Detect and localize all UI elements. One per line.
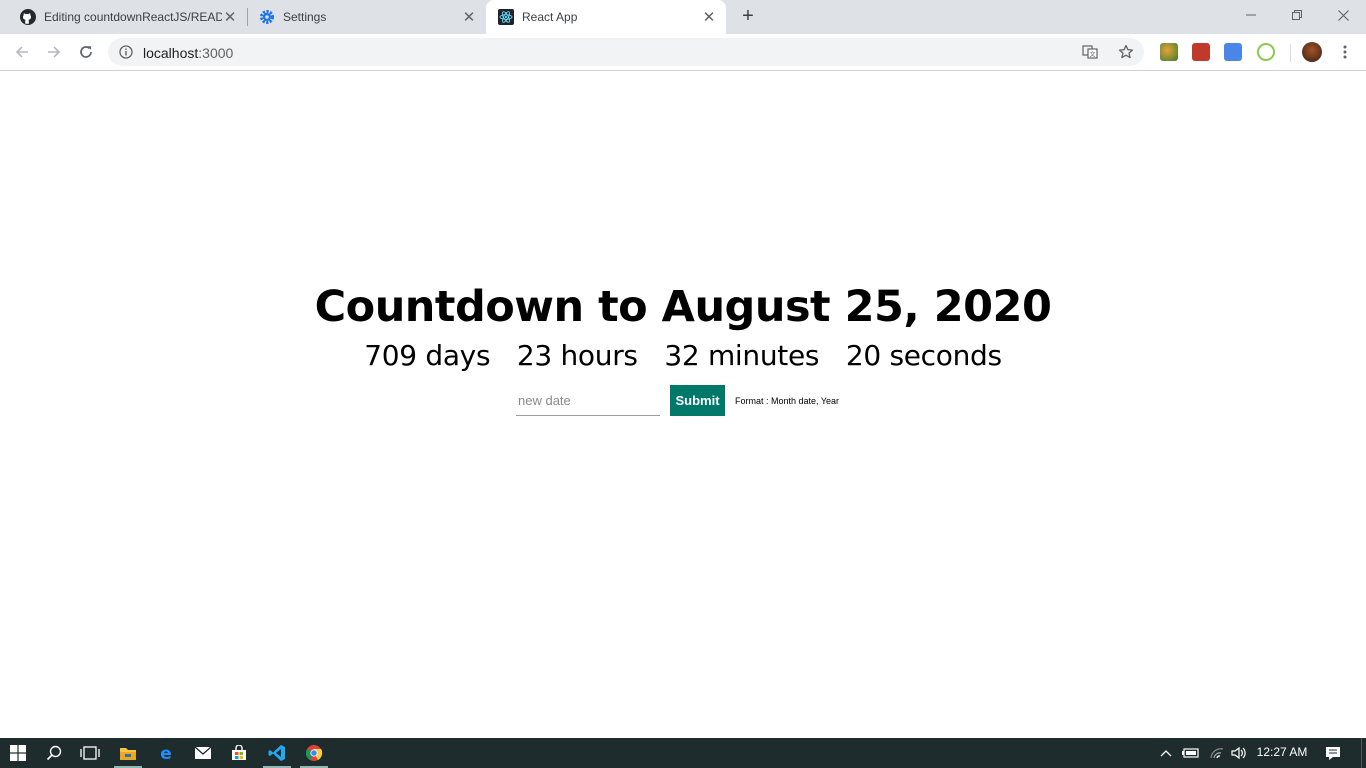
mail-icon[interactable] xyxy=(185,738,221,768)
tab-title: React App xyxy=(522,10,578,24)
volume-icon[interactable] xyxy=(1228,738,1250,768)
action-center-icon[interactable] xyxy=(1320,738,1346,768)
url-port: :3000 xyxy=(198,45,234,61)
task-view-icon[interactable] xyxy=(72,738,108,768)
tab-react-app[interactable]: React App ✕ xyxy=(486,0,726,34)
new-tab-button[interactable]: + xyxy=(738,6,758,27)
chrome-icon[interactable] xyxy=(296,738,332,768)
vscode-icon[interactable] xyxy=(259,738,295,768)
format-hint: Format : Month date, Year xyxy=(735,396,840,406)
tab-github-editing[interactable]: Editing countdownReactJS/READ ✕ xyxy=(8,0,247,34)
react-icon xyxy=(498,9,514,25)
close-tab-icon[interactable]: ✕ xyxy=(221,8,239,26)
browser-tab-strip: Editing countdownReactJS/READ ✕ Settings… xyxy=(0,0,1366,34)
close-tab-icon[interactable]: ✕ xyxy=(700,8,718,26)
show-hidden-icons-icon[interactable] xyxy=(1156,738,1176,768)
windows-taskbar: e 12:27 AM xyxy=(0,738,1366,768)
wifi-icon[interactable] xyxy=(1206,738,1228,768)
countdown-days: 709 days xyxy=(364,339,491,372)
countdown-display: 709 days 23 hours 32 minutes 20 seconds xyxy=(0,339,1366,372)
profile-avatar[interactable] xyxy=(1302,42,1322,62)
page-content: Countdown to August 25, 2020 709 days 23… xyxy=(0,71,1366,738)
show-desktop-button[interactable] xyxy=(1361,738,1366,768)
close-window-icon[interactable] xyxy=(1320,0,1366,30)
extension-puzzle-icon[interactable] xyxy=(1192,43,1210,61)
file-explorer-icon[interactable] xyxy=(110,738,146,768)
github-icon xyxy=(20,9,36,25)
minimize-window-icon[interactable] xyxy=(1228,0,1274,30)
taskbar-clock[interactable]: 12:27 AM xyxy=(1250,745,1314,759)
tab-settings[interactable]: Settings ✕ xyxy=(247,0,486,34)
address-bar[interactable]: localhost:3000 文 xyxy=(108,38,1144,66)
svg-text:文: 文 xyxy=(1089,51,1095,59)
search-icon[interactable] xyxy=(36,738,72,768)
store-icon[interactable] xyxy=(221,738,257,768)
url-host: localhost xyxy=(143,45,199,61)
browser-toolbar: localhost:3000 文 xyxy=(0,34,1366,71)
bookmark-star-icon[interactable] xyxy=(1118,44,1134,60)
edge-icon[interactable]: e xyxy=(148,738,184,768)
tab-title: Settings xyxy=(283,10,327,24)
windows-start-icon[interactable] xyxy=(0,738,36,768)
battery-icon[interactable] xyxy=(1180,738,1202,768)
translate-icon[interactable]: 文 xyxy=(1082,44,1098,60)
close-tab-icon[interactable]: ✕ xyxy=(460,8,478,26)
extension-globe-icon[interactable] xyxy=(1160,43,1178,61)
countdown-seconds: 20 seconds xyxy=(845,339,1002,372)
countdown-heading: Countdown to August 25, 2020 xyxy=(314,282,1052,332)
countdown-hours: 23 hours xyxy=(516,339,638,372)
url-text: localhost:3000 xyxy=(143,45,233,61)
google-translate-extension-icon[interactable] xyxy=(1224,43,1242,61)
toolbar-divider xyxy=(1290,44,1291,62)
back-arrow-icon[interactable] xyxy=(10,40,34,64)
restore-window-icon[interactable] xyxy=(1274,0,1320,30)
svg-text:e: e xyxy=(160,744,172,762)
info-icon[interactable] xyxy=(119,45,133,59)
nodejs-extension-icon[interactable] xyxy=(1257,43,1275,61)
countdown-minutes: 32 minutes xyxy=(664,339,820,372)
gear-icon xyxy=(260,10,274,24)
new-date-input[interactable] xyxy=(516,385,660,416)
menu-kebab-icon[interactable] xyxy=(1333,40,1357,64)
forward-arrow-icon[interactable] xyxy=(42,40,66,64)
tab-title: Editing countdownReactJS/READ xyxy=(44,10,222,24)
submit-button[interactable]: Submit xyxy=(670,385,725,416)
reload-icon[interactable] xyxy=(74,40,98,64)
